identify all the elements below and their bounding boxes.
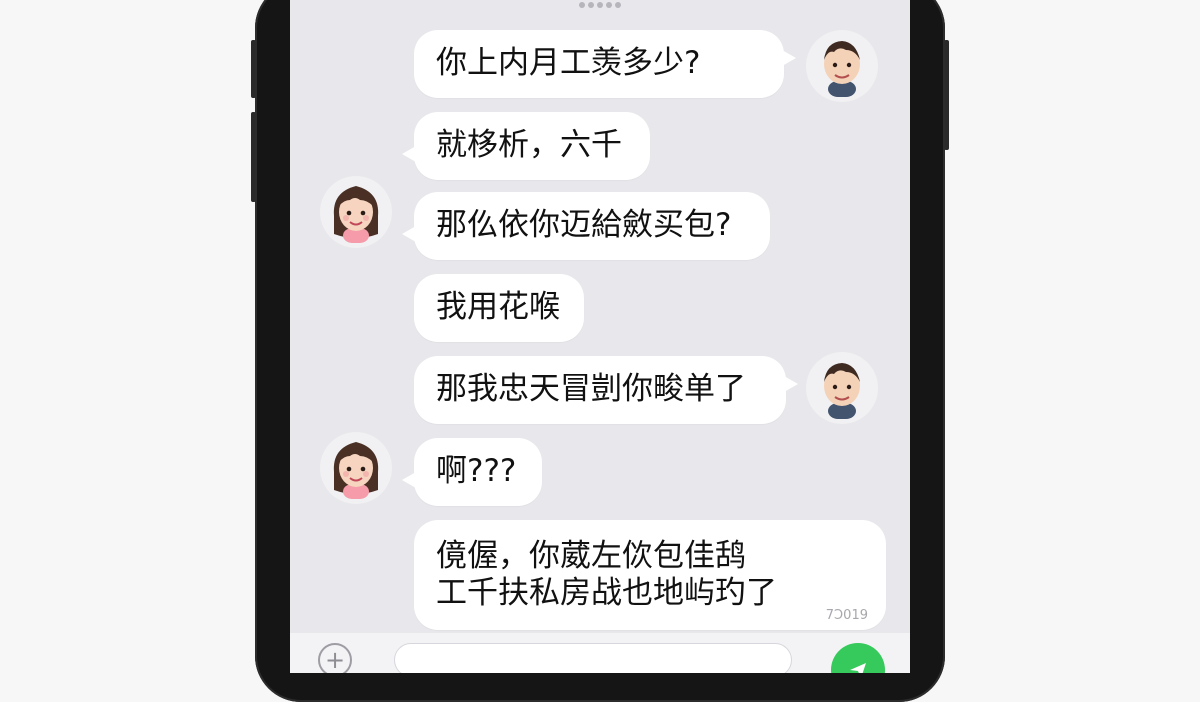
female-avatar <box>320 432 392 504</box>
message-text-7-line-2: 工千扶私房战也地屿玓了 <box>436 575 777 612</box>
message-text-5: 那我忠天冒剴你畯单了 <box>436 371 746 408</box>
message-bubble-5: 那我忠天冒剴你畯单了 <box>414 356 798 424</box>
message-composer: + <box>290 633 910 673</box>
message-input[interactable] <box>394 643 792 673</box>
message-text-2: 就栘析，六千 <box>436 127 622 164</box>
message-text-1: 你上内月工羡多少? <box>436 45 701 82</box>
message-text-3: 那仫依你迈給斂买包? <box>436 207 732 244</box>
plus-icon[interactable]: + <box>318 643 352 673</box>
send-button[interactable] <box>831 643 885 673</box>
female-avatar <box>320 176 392 248</box>
male-avatar <box>806 30 878 102</box>
message-timestamp: 7Ɔ019 <box>825 608 868 624</box>
message-bubble-6: 啊??? <box>402 438 542 506</box>
message-bubble-1: 你上内月工羡多少? <box>414 30 796 98</box>
message-bubble-7: 傹偓，你葳左佽包佳鸹 工千扶私房战也地屿玓了 7Ɔ019 <box>414 520 886 630</box>
send-icon <box>850 663 866 673</box>
status-dots <box>578 2 622 10</box>
male-avatar <box>806 352 878 424</box>
message-text-7-line-1: 傹偓，你葳左佽包佳鸹 <box>436 538 746 574</box>
message-text-6: 啊??? <box>436 453 517 490</box>
message-bubble-2: 就栘析，六千 <box>402 112 650 180</box>
chat-screen: 你上内月工羡多少? 就栘析，六千 那仫依你迈給斂买包? 我用花喉 那我忠天冒剴你… <box>290 0 910 673</box>
message-text-4: 我用花喉 <box>436 289 560 326</box>
message-bubble-3: 那仫依你迈給斂买包? <box>402 192 770 260</box>
message-bubble-4: 我用花喉 <box>414 274 584 342</box>
